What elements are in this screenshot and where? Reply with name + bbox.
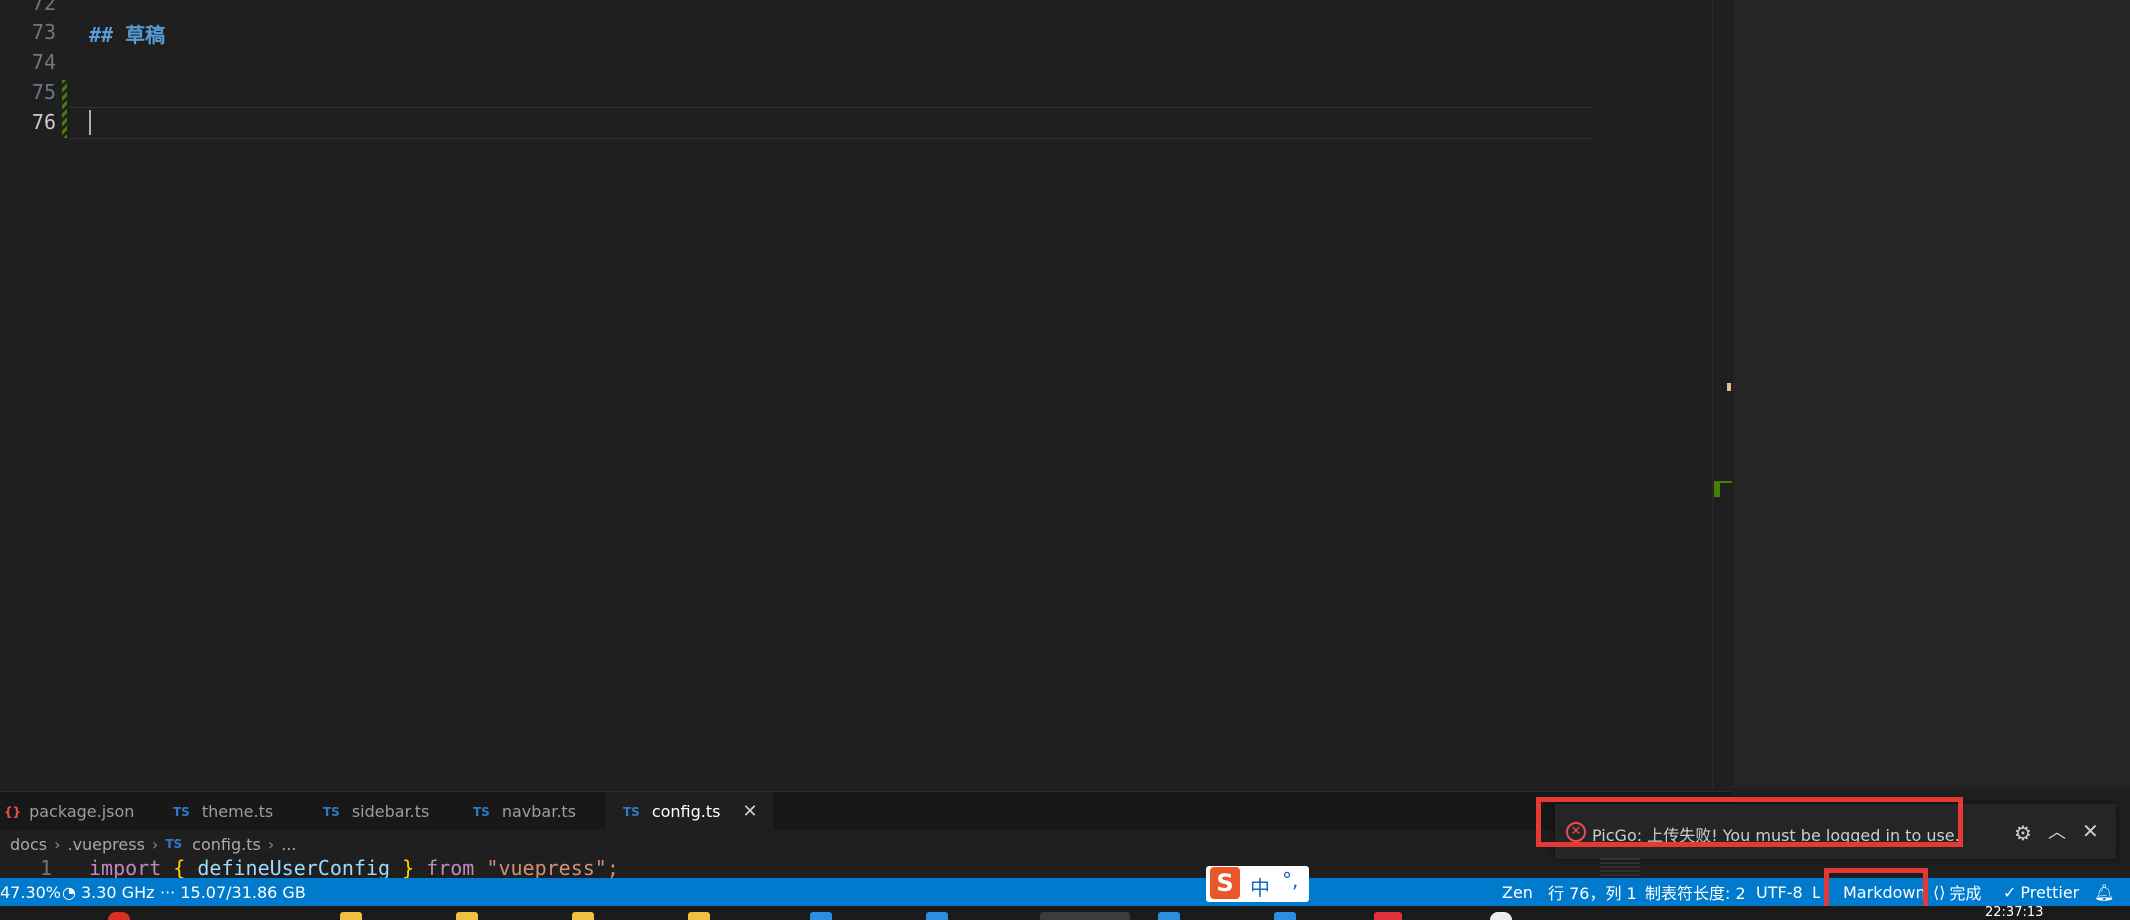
- annotation-highlight-box: [1536, 797, 1963, 847]
- json-icon: {}: [4, 804, 22, 819]
- breadcrumb-item[interactable]: config.ts: [192, 835, 261, 854]
- app-icon[interactable]: [1374, 912, 1402, 920]
- tab-label: navbar.ts: [501, 802, 577, 821]
- typescript-icon: TS: [165, 837, 183, 851]
- tab-sidebar-ts[interactable]: TS sidebar.ts: [305, 792, 473, 831]
- folder-icon[interactable]: [688, 912, 710, 920]
- scrollbar-diff-marker: [1714, 481, 1720, 497]
- keyword: import: [89, 858, 162, 878]
- line-number-active: 76: [31, 110, 56, 134]
- brace: }: [402, 858, 415, 878]
- app-icon[interactable]: [1490, 912, 1512, 920]
- minimap: [1600, 858, 1640, 878]
- markdown-heading[interactable]: ## 草稿: [89, 19, 165, 48]
- cursor-position[interactable]: 行 76，列 1: [1548, 878, 1637, 906]
- app-icon[interactable]: [810, 912, 832, 920]
- scrollbar-marker: [1727, 383, 1731, 391]
- typescript-icon: TS: [473, 804, 490, 819]
- chevron-up-icon[interactable]: ︿: [2048, 818, 2066, 844]
- line-number: 75: [31, 80, 56, 104]
- bell-icon[interactable]: 🔔︎: [2094, 878, 2114, 906]
- tab-package-json[interactable]: {} package.json: [0, 792, 156, 831]
- gear-icon[interactable]: ⚙: [2014, 821, 2032, 845]
- line-number: 73: [31, 20, 56, 44]
- end-of-line[interactable]: LF: [1812, 878, 1820, 906]
- zen-mode-button[interactable]: Zen: [1502, 878, 1533, 906]
- cpu-usage[interactable]: 47.30%: [0, 878, 61, 906]
- done-label: 完成: [1949, 884, 1982, 903]
- tab-label: config.ts: [651, 802, 721, 821]
- typescript-icon: TS: [623, 804, 640, 819]
- folder-icon[interactable]: [572, 912, 594, 920]
- app-icon[interactable]: [926, 912, 948, 920]
- sogou-logo-icon[interactable]: S: [1210, 867, 1240, 899]
- double-check-icon: ✓: [2003, 882, 2017, 902]
- gauge-icon: ◔: [62, 882, 76, 902]
- prettier-status[interactable]: ✓ Prettier: [2003, 878, 2079, 906]
- scrollbar[interactable]: [1712, 0, 1733, 788]
- line-number: 74: [31, 50, 56, 74]
- string: "vuepress";: [486, 858, 619, 878]
- tab-theme-ts[interactable]: TS theme.ts: [155, 792, 323, 831]
- status-bar: 47.30% ◔ 3.30 GHz ··· 15.07/31.86 GB Zen…: [0, 878, 2130, 906]
- editor-main[interactable]: 72 73 74 75 76 ## 草稿: [0, 0, 1732, 788]
- typescript-icon: TS: [173, 804, 190, 819]
- identifier: defineUserConfig: [197, 858, 391, 878]
- vscode-active-icon[interactable]: [1040, 912, 1130, 920]
- side-panel: [1733, 0, 2130, 788]
- line-number: 1: [40, 858, 53, 878]
- done-status[interactable]: ⟨⟩ 完成: [1933, 878, 1982, 906]
- tab-size[interactable]: 制表符长度: 2: [1645, 878, 1746, 906]
- tab-label: theme.ts: [201, 802, 274, 821]
- current-line-highlight: [70, 107, 1593, 139]
- brace: {: [173, 858, 186, 878]
- clock: 22:37:13: [1985, 905, 2044, 920]
- cpu-frequency-value: 3.30 GHz: [80, 882, 155, 902]
- line-number: 72: [31, 0, 56, 15]
- folder-icon[interactable]: [340, 912, 362, 920]
- code-line: import { defineUserConfig } from "vuepre…: [89, 858, 619, 878]
- encoding[interactable]: UTF-8: [1756, 878, 1803, 906]
- app-icon[interactable]: [1158, 912, 1180, 920]
- tab-label: sidebar.ts: [351, 802, 430, 821]
- prettier-label: Prettier: [2020, 882, 2080, 902]
- chevron-right-icon: ›: [151, 834, 159, 854]
- chevron-right-icon: ›: [54, 834, 61, 854]
- code-editor-secondary[interactable]: 1 import { defineUserConfig } from "vuep…: [0, 858, 1732, 878]
- chrome-icon[interactable]: [108, 912, 130, 920]
- memory-usage[interactable]: ··· 15.07/31.86 GB: [160, 878, 306, 906]
- cpu-frequency[interactable]: ◔ 3.30 GHz: [62, 878, 155, 906]
- ime-punctuation[interactable]: °,: [1282, 868, 1298, 892]
- breadcrumb-item[interactable]: .vuepress: [67, 835, 144, 854]
- close-icon[interactable]: ✕: [742, 801, 757, 822]
- tab-navbar-ts[interactable]: TS navbar.ts: [455, 792, 623, 831]
- close-icon[interactable]: ✕: [2082, 819, 2099, 843]
- code-icon: ⟨⟩: [1933, 882, 1946, 902]
- keyword: from: [426, 858, 475, 878]
- tab-label: package.json: [29, 802, 135, 821]
- app-icon[interactable]: [1274, 912, 1296, 920]
- folder-icon[interactable]: [456, 912, 478, 920]
- chevron-right-icon: ›: [267, 834, 275, 854]
- typescript-icon: TS: [323, 804, 340, 819]
- text-cursor: [89, 110, 91, 135]
- breadcrumb-item[interactable]: docs: [10, 835, 47, 854]
- tab-config-ts[interactable]: TS config.ts ✕: [605, 792, 773, 831]
- breadcrumb: docs › .vuepress › TS config.ts › ...: [0, 830, 1732, 858]
- breadcrumb-item[interactable]: ...: [281, 835, 296, 854]
- git-added-indicator[interactable]: [62, 80, 67, 138]
- editor-tab-bar: {} package.json TS theme.ts TS sidebar.t…: [0, 791, 1732, 831]
- ime-language[interactable]: 中: [1250, 872, 1270, 901]
